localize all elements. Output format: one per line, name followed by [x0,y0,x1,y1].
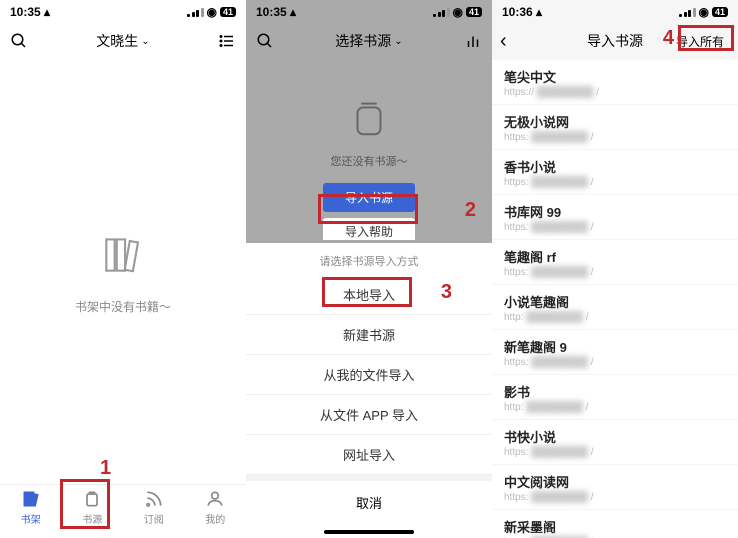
screen-select-source: 10:35 ▴ ◉ 41 选择书源 ⌄ 您还没有书源～ 导入书源 导入帮助 [246,0,492,538]
source-url: https: ████████ / [504,177,726,188]
source-name: 香书小说 [504,157,726,176]
empty-state: 书架中没有书籍～ [0,60,246,484]
wifi-icon: ◉ [207,5,217,19]
tab-bar: 书架 书源 订阅 我的 [0,484,246,538]
source-url: https: ████████ / [504,222,726,233]
tab-label: 书架 [21,511,41,526]
source-item[interactable]: 香书小说https: ████████ / [492,150,738,195]
source-item[interactable]: 新采墨阁https: ████████ / [492,510,738,538]
source-name: 书库网 99 [504,202,726,221]
source-item[interactable]: 无极小说网https: ████████ / [492,105,738,150]
sheet-item-url[interactable]: 网址导入 [246,435,492,475]
wifi-icon: ◉ [453,5,463,19]
source-url: https: ████████ / [504,132,726,143]
annotation-box-1 [60,479,110,529]
source-url: https: ████████ / [504,357,726,368]
home-indicator [324,530,414,534]
source-item[interactable]: 中文阅读网https: ████████ / [492,465,738,510]
tab-label: 我的 [205,511,225,526]
header: 选择书源 ⌄ [246,22,492,60]
header-title-text: 文晓生 [96,31,138,51]
annotation-number-1: 1 [100,457,111,480]
battery-icon: 41 [466,7,482,17]
books-icon [98,229,148,284]
signal-icon [679,8,696,17]
status-bar: 10:35 ▴ ◉ 41 [0,0,246,22]
import-method-sheet: 请选择书源导入方式 本地导入 3 新建书源 从我的文件导入 从文件 APP 导入… [246,243,492,538]
annotation-number-2: 2 [465,199,476,222]
sheet-cancel[interactable]: 取消 [246,475,492,524]
screen-bookshelf: 10:35 ▴ ◉ 41 文晓生 ⌄ 书架中没有书籍～ 书架 [0,0,246,538]
chevron-down-icon: ⌄ [141,36,149,47]
signal-icon [433,8,450,17]
status-bar: 10:35 ▴ ◉ 41 [246,0,492,22]
jar-icon [346,94,392,145]
sheet-item-new[interactable]: 新建书源 [246,315,492,355]
source-item[interactable]: 书快小说https: ████████ / [492,420,738,465]
source-name: 新采墨阁 [504,517,726,536]
source-empty-state: 您还没有书源～ 导入书源 导入帮助 2 [246,60,492,243]
tab-bookshelf[interactable]: 书架 [0,489,62,538]
chevron-down-icon: ⌄ [394,36,402,47]
source-name: 小说笔趣阁 [504,292,726,311]
header-title: 导入书源 [587,31,643,51]
source-url: https: ████████ / [504,447,726,458]
header-title-dropdown[interactable]: 文晓生 ⌄ [96,31,149,51]
header: ‹ 导入书源 导入所有 4 [492,22,738,60]
wifi-icon: ◉ [699,5,709,19]
tab-subscribe[interactable]: 订阅 [123,489,185,538]
annotation-box-3 [322,277,412,307]
sheet-item-myfiles[interactable]: 从我的文件导入 [246,355,492,395]
source-name: 中文阅读网 [504,472,726,491]
search-icon[interactable] [256,32,274,50]
back-button[interactable]: ‹ [500,30,507,53]
source-name: 笔尖中文 [504,67,726,86]
battery-icon: 41 [220,7,236,17]
source-url: http: ████████ / [504,402,726,413]
status-bar: 10:36 ▴ ◉ 41 [492,0,738,22]
source-item[interactable]: 新笔趣阁 9https: ████████ / [492,330,738,375]
battery-icon: 41 [712,7,728,17]
annotation-number-4: 4 [663,27,674,50]
tab-mine[interactable]: 我的 [185,489,247,538]
source-url: https:// ████████ / [504,87,726,98]
source-list[interactable]: 笔尖中文https:// ████████ /无极小说网https: █████… [492,60,738,538]
annotation-box-2 [318,194,418,224]
tab-label: 订阅 [144,511,164,526]
chart-icon[interactable] [464,32,482,50]
header-title-text: 选择书源 [335,31,391,51]
status-time: 10:35 [256,5,287,19]
source-item[interactable]: 书库网 99https: ████████ / [492,195,738,240]
empty-text: 书架中没有书籍～ [75,298,171,315]
signal-icon [187,8,204,17]
source-url: http: ████████ / [504,312,726,323]
source-name: 书快小说 [504,427,726,446]
source-item[interactable]: 小说笔趣阁http: ████████ / [492,285,738,330]
sheet-title: 请选择书源导入方式 [246,243,492,275]
list-icon[interactable] [218,32,236,50]
status-time: 10:36 [502,5,533,19]
header-title-dropdown[interactable]: 选择书源 ⌄ [335,31,402,51]
source-item[interactable]: 影书http: ████████ / [492,375,738,420]
source-url: https: ████████ / [504,492,726,503]
source-name: 笔趣阁 rf [504,247,726,266]
source-item[interactable]: 笔趣阁 rfhttps: ████████ / [492,240,738,285]
sheet-item-filesapp[interactable]: 从文件 APP 导入 [246,395,492,435]
source-name: 新笔趣阁 9 [504,337,726,356]
annotation-number-3: 3 [441,281,452,304]
search-icon[interactable] [10,32,28,50]
empty-text: 您还没有书源～ [331,153,408,169]
source-name: 影书 [504,382,726,401]
status-time: 10:35 [10,5,41,19]
annotation-box-4 [678,25,734,51]
source-item[interactable]: 笔尖中文https:// ████████ / [492,60,738,105]
screen-import-sources: 10:36 ▴ ◉ 41 ‹ 导入书源 导入所有 4 笔尖中文https:// … [492,0,738,538]
source-name: 无极小说网 [504,112,726,131]
source-url: https: ████████ / [504,267,726,278]
header: 文晓生 ⌄ [0,22,246,60]
